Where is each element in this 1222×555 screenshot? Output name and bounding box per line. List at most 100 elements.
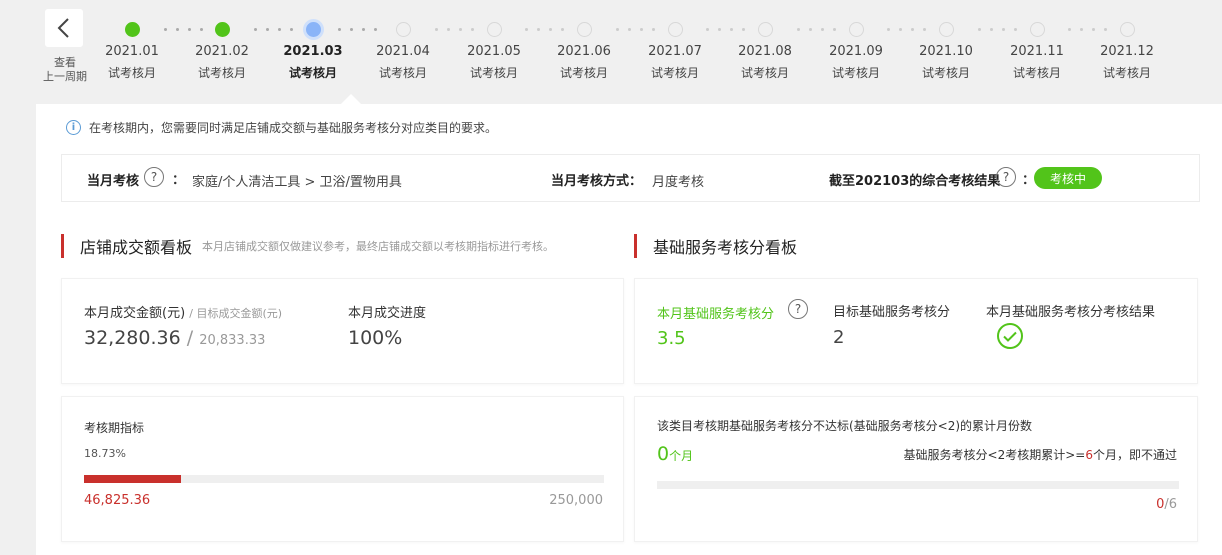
status-dot-done xyxy=(215,22,230,37)
status-dot-future xyxy=(487,22,502,37)
progress-value: 100% xyxy=(348,327,403,349)
status-dot-future xyxy=(1120,22,1135,37)
month-date: 2021.07 xyxy=(648,44,702,59)
month-date: 2021.08 xyxy=(738,44,792,59)
month-date: 2021.11 xyxy=(1010,44,1064,59)
chevron-left-icon xyxy=(57,18,69,38)
status-dot-future xyxy=(1030,22,1045,37)
month-date: 2021.03 xyxy=(283,44,343,59)
info-icon: i xyxy=(66,120,81,135)
current-month-pointer xyxy=(341,94,361,104)
back-label-line2: 上一周期 xyxy=(43,70,87,83)
month-date: 2021.04 xyxy=(376,44,430,59)
timeline-month-2021-10[interactable]: 2021.10 试考核月 xyxy=(906,0,986,104)
sales-board-subtitle: 本月店铺成交额仅做建议参考，最终店铺成交额以考核期指标进行考核。 xyxy=(202,240,555,253)
timeline-month-2021-06[interactable]: 2021.06 试考核月 xyxy=(544,0,624,104)
status-dot-future xyxy=(939,22,954,37)
period-label: 考核期指标 xyxy=(84,421,145,435)
month-type: 试考核月 xyxy=(650,66,699,80)
month-date: 2021.06 xyxy=(557,44,611,59)
exam-method-value: 月度考核 xyxy=(652,175,705,190)
month-date: 2021.02 xyxy=(195,44,249,59)
fail-rule-number: 6 xyxy=(1085,448,1093,462)
month-date: 2021.10 xyxy=(919,44,973,59)
target-amount-value: 20,833.33 xyxy=(199,333,266,348)
target-score-value: 2 xyxy=(833,327,845,348)
back-label-line1: 查看 xyxy=(54,56,76,69)
fail-count-unit: 个月 xyxy=(669,449,694,463)
month-type: 试考核月 xyxy=(921,66,970,80)
help-icon[interactable]: ? xyxy=(144,167,164,187)
amount-label-row: 本月成交金额(元) / 目标成交金额(元) xyxy=(84,302,282,321)
timeline-month-2021-11[interactable]: 2021.11 试考核月 xyxy=(997,0,1077,104)
fail-total: /6 xyxy=(1164,497,1177,512)
timeline-month-2021-09[interactable]: 2021.09 试考核月 xyxy=(816,0,896,104)
exam-summary-bar: 当月考核 ? ： 家庭/个人清洁工具 > 卫浴/置物用具 当月考核方式： 月度考… xyxy=(61,154,1200,202)
help-icon[interactable]: ? xyxy=(788,299,808,319)
timeline-month-2021-05[interactable]: 2021.05 试考核月 xyxy=(454,0,534,104)
month-date: 2021.05 xyxy=(467,44,521,59)
period-indicator-card: 考核期指标 18.73% 46,825.36 250,000 xyxy=(61,396,624,542)
timeline-month-2021-08[interactable]: 2021.08 试考核月 xyxy=(725,0,805,104)
month-type: 试考核月 xyxy=(107,66,156,80)
target-score-label: 目标基础服务考核分 xyxy=(833,305,951,320)
check-circle-icon xyxy=(997,323,1023,349)
amount-label: 本月成交金额(元) xyxy=(84,306,186,321)
exam-result-label: 截至202103的综合考核结果 xyxy=(829,174,1001,189)
month-type: 试考核月 xyxy=(1012,66,1061,80)
month-type: 试考核月 xyxy=(197,66,246,80)
target-amount-label: / 目标成交金额(元) xyxy=(189,307,283,320)
fail-count-row: 0个月 xyxy=(657,443,693,465)
period-current-value: 46,825.36 xyxy=(84,493,151,508)
service-month-card: 本月基础服务考核分 ? 3.5 目标基础服务考核分 2 本月基础服务考核分考核结… xyxy=(634,278,1198,384)
sales-board-header: 店铺成交额看板 本月店铺成交额仅做建议参考，最终店铺成交额以考核期指标进行考核。 xyxy=(61,234,554,258)
status-dot-future xyxy=(577,22,592,37)
colon: ： xyxy=(172,173,186,188)
fail-count-value: 0 xyxy=(657,443,670,465)
month-date: 2021.12 xyxy=(1100,44,1154,59)
timeline-month-2021-07[interactable]: 2021.07 试考核月 xyxy=(635,0,715,104)
exam-method-label: 当月考核方式： xyxy=(551,174,643,189)
timeline-month-2021-03[interactable]: 2021.03 试考核月 xyxy=(273,0,353,104)
month-type: 试考核月 xyxy=(378,66,427,80)
timeline-month-2021-04[interactable]: 2021.04 试考核月 xyxy=(363,0,443,104)
period-progress-fill xyxy=(84,475,182,483)
left-gutter xyxy=(0,0,36,555)
month-type: 试考核月 xyxy=(740,66,789,80)
status-dot-future xyxy=(758,22,773,37)
back-button[interactable] xyxy=(45,9,83,47)
fail-months-card: 该类目考核期基础服务考核分不达标(基础服务考核分<2)的累计月份数 0个月 基础… xyxy=(634,396,1198,542)
sales-month-card: 本月成交金额(元) / 目标成交金额(元) 32,280.36 / 20,833… xyxy=(61,278,624,384)
month-type: 试考核月 xyxy=(1102,66,1151,80)
status-dot-future xyxy=(668,22,683,37)
help-icon[interactable]: ? xyxy=(996,167,1016,187)
service-score-value: 3.5 xyxy=(657,328,686,349)
fail-progress-bar xyxy=(657,481,1179,489)
fail-months-title: 该类目考核期基础服务考核分不达标(基础服务考核分<2)的累计月份数 xyxy=(657,419,1033,433)
month-type: 试考核月 xyxy=(559,66,608,80)
period-progress-bar xyxy=(84,475,604,483)
service-board-title: 基础服务考核分看板 xyxy=(653,238,798,257)
fail-rule-prefix: 基础服务考核分<2考核期累计>= xyxy=(903,448,1086,462)
timeline-month-2021-12[interactable]: 2021.12 试考核月 xyxy=(1087,0,1167,104)
month-date: 2021.09 xyxy=(829,44,883,59)
section-marker xyxy=(634,234,637,258)
separator: / xyxy=(186,327,194,349)
month-type: 试考核月 xyxy=(831,66,880,80)
timeline-month-2021-01[interactable]: 2021.01 试考核月 xyxy=(92,0,172,104)
notice-text: 在考核期内，您需要同时满足店铺成交额与基础服务考核分对应类目的要求。 xyxy=(89,121,498,135)
timeline-month-2021-02[interactable]: 2021.02 试考核月 xyxy=(182,0,262,104)
exam-category: 家庭/个人清洁工具 > 卫浴/置物用具 xyxy=(192,175,402,190)
status-badge: 考核中 xyxy=(1034,167,1102,189)
month-timeline: 查看 上一周期 2021.01 试考核月 2021.02 试考核月 2021.0… xyxy=(36,0,1222,104)
back-label[interactable]: 查看 上一周期 xyxy=(38,56,92,84)
fail-rule: 基础服务考核分<2考核期累计>=6个月，即不通过 xyxy=(904,446,1177,463)
month-type: 试考核月 xyxy=(469,66,518,80)
progress-label: 本月成交进度 xyxy=(348,306,427,321)
status-dot-future xyxy=(849,22,864,37)
month-date: 2021.01 xyxy=(105,44,159,59)
month-type: 试考核月 xyxy=(288,66,337,80)
fail-progress-count: 0/6 xyxy=(1156,497,1177,512)
notice: i 在考核期内，您需要同时满足店铺成交额与基础服务考核分对应类目的要求。 xyxy=(66,119,497,136)
period-percent: 18.73% xyxy=(84,447,126,460)
